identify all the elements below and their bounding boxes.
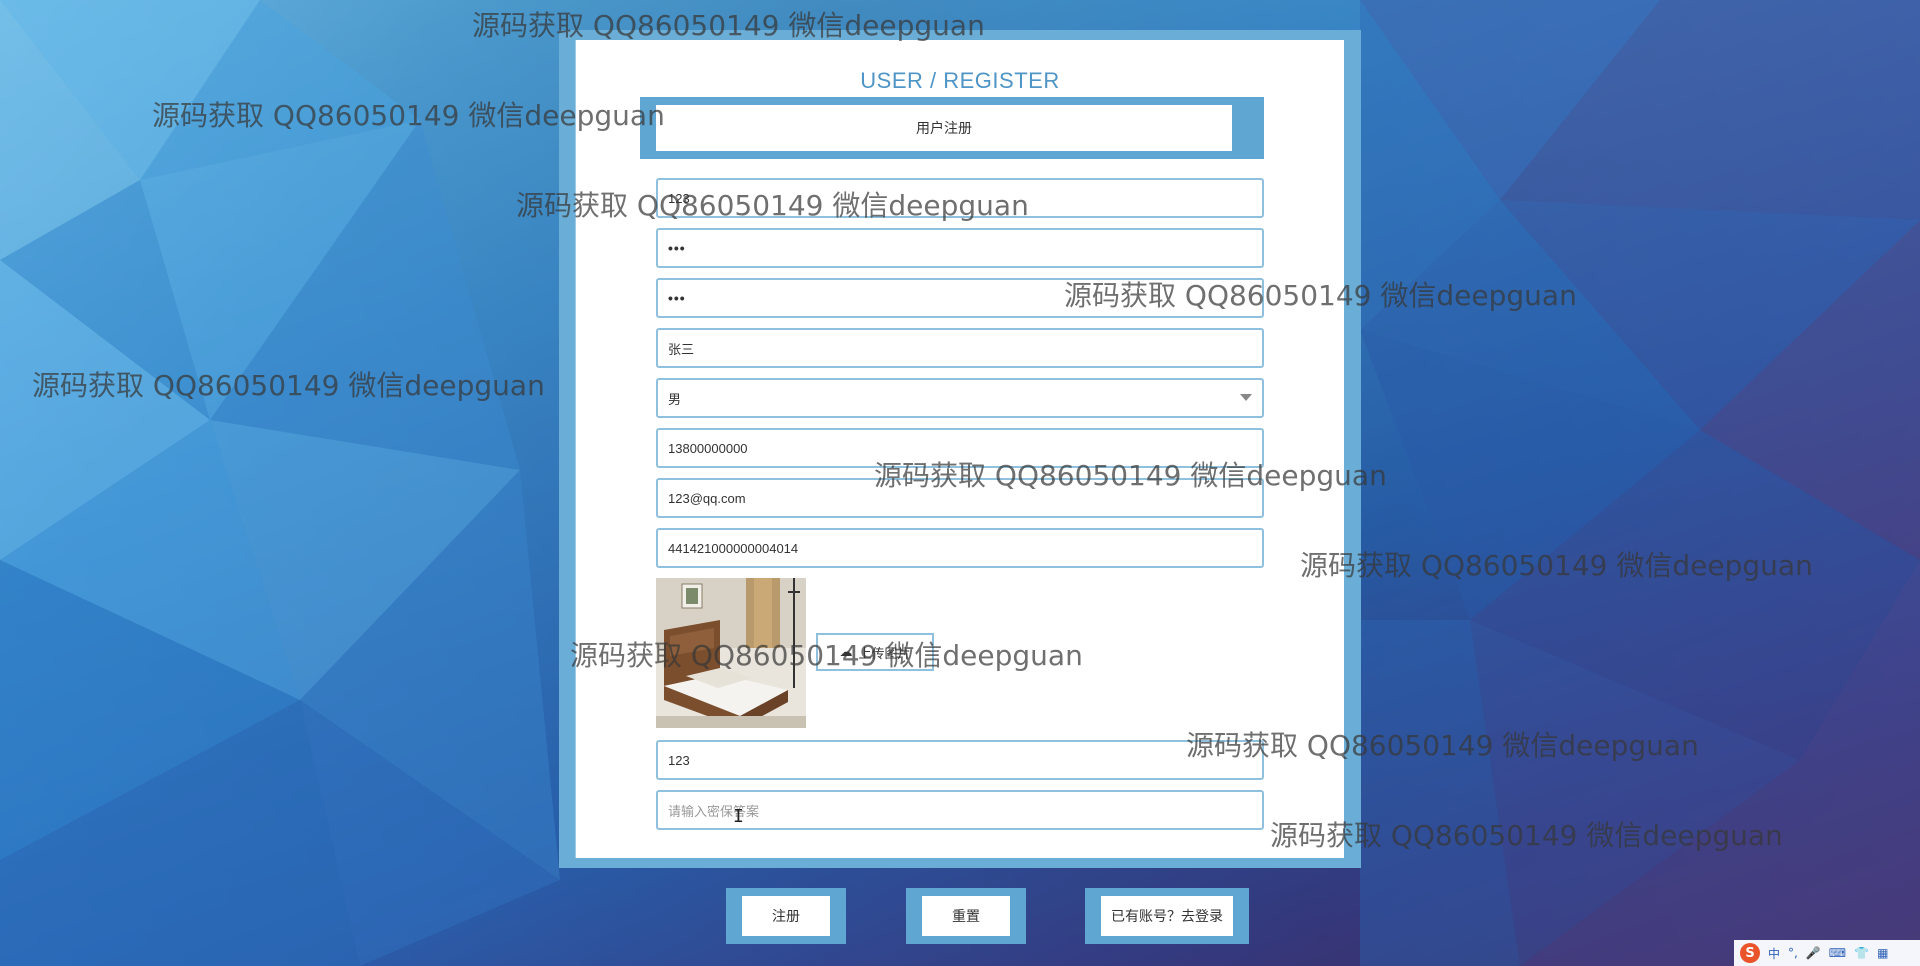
upload-icon: ☁: [839, 644, 853, 659]
username-value: 123: [668, 190, 690, 206]
password-input[interactable]: •••: [656, 228, 1264, 268]
ime-logo-icon: S: [1740, 943, 1760, 963]
reset-button-label: 重置: [922, 896, 1010, 936]
password-value: •••: [668, 240, 686, 256]
text-cursor-icon: I: [733, 806, 744, 827]
skin-icon[interactable]: 👕: [1854, 946, 1869, 960]
bed-photo: [656, 578, 806, 728]
reset-button[interactable]: 重置: [906, 888, 1026, 944]
real-name-value: 张三: [668, 341, 695, 357]
gender-value: 男: [668, 391, 682, 407]
go-login-button[interactable]: 已有账号？去登录: [1085, 888, 1249, 944]
phone-value: 13800000000: [668, 440, 748, 456]
register-button[interactable]: 注册: [726, 888, 846, 944]
keyboard-icon[interactable]: ⌨: [1829, 946, 1846, 960]
punctuation-icon[interactable]: °,: [1788, 946, 1798, 960]
upload-image-button[interactable]: ☁ 上传图片: [816, 633, 934, 671]
ime-tray[interactable]: S 中 °, 🎤 ⌨ 👕 ▦: [1734, 940, 1920, 966]
email-input[interactable]: 123@qq.com: [656, 478, 1264, 518]
id-card-input[interactable]: 441421000000004014: [656, 528, 1264, 568]
confirm-password-input[interactable]: •••: [656, 278, 1264, 318]
confirm-password-value: •••: [668, 290, 686, 306]
security-answer-input[interactable]: 请输入密保答案: [656, 790, 1264, 830]
ime-mode-label[interactable]: 中: [1768, 945, 1780, 962]
go-login-button-label: 已有账号？去登录: [1101, 896, 1233, 936]
grid-icon[interactable]: ▦: [1877, 946, 1888, 960]
id-card-value: 441421000000004014: [668, 540, 799, 556]
section-header: 用户注册: [640, 97, 1264, 159]
microphone-icon[interactable]: 🎤: [1806, 946, 1821, 960]
gender-select[interactable]: 男: [656, 378, 1264, 418]
avatar-preview-image: [656, 578, 806, 728]
chevron-down-icon: [1240, 394, 1252, 401]
security-question-input[interactable]: 123: [656, 740, 1264, 780]
register-button-label: 注册: [742, 896, 830, 936]
username-input[interactable]: 123: [656, 178, 1264, 218]
upload-label: 上传图片: [858, 645, 911, 661]
email-value: 123@qq.com: [668, 490, 746, 506]
security-answer-placeholder: 请输入密保答案: [668, 803, 760, 819]
page-title: USER / REGISTER: [860, 68, 1060, 93]
real-name-input[interactable]: 张三: [656, 328, 1264, 368]
phone-input[interactable]: 13800000000: [656, 428, 1264, 468]
section-header-label: 用户注册: [656, 105, 1232, 151]
security-question-value: 123: [668, 752, 690, 768]
